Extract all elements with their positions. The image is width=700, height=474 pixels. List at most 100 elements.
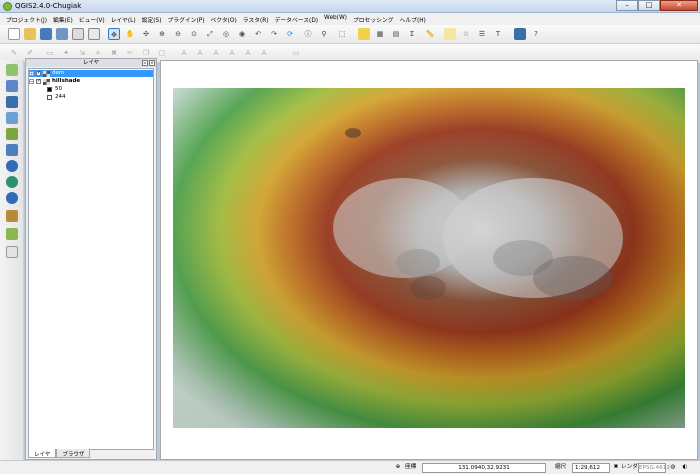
zoom-layer-icon[interactable]: ◉ [236, 28, 248, 40]
new-shapefile-icon[interactable] [6, 228, 18, 240]
zoom-full-icon[interactable]: ⤢ [204, 28, 216, 40]
zoom-next-icon[interactable]: ↷ [268, 28, 280, 40]
maximize-button[interactable]: □ [638, 0, 660, 11]
add-vector-layer-icon[interactable] [6, 64, 18, 76]
show-hide-labels-icon[interactable]: A [210, 47, 222, 59]
messages-icon[interactable]: ◐ [680, 463, 690, 473]
pan-icon[interactable]: ✥ [108, 28, 120, 40]
layer-item-dem[interactable]: + ✓ dem [29, 70, 153, 77]
save-project-icon[interactable] [40, 28, 52, 40]
menu-edit[interactable]: 編集(E) [50, 13, 76, 25]
coordinate-field[interactable]: 131.0940,32.9231 [422, 463, 546, 473]
tab-layers[interactable]: レイヤ [28, 449, 57, 458]
scale-label: 縮尺 [555, 464, 567, 470]
select-features-icon[interactable]: ⬚ [336, 28, 348, 40]
paste-features-icon[interactable]: ▢ [156, 47, 168, 59]
statistics-icon[interactable]: Σ [406, 28, 418, 40]
coordinate-toggle-icon[interactable]: ⊕ [393, 463, 403, 473]
map-canvas[interactable] [160, 60, 698, 460]
rotate-label-icon[interactable]: A [242, 47, 254, 59]
add-spatialite-layer-icon[interactable] [6, 112, 18, 124]
float-panel-icon[interactable]: ▫ [142, 60, 148, 66]
zoom-in-icon[interactable]: ⊕ [156, 28, 168, 40]
new-project-icon[interactable] [8, 28, 20, 40]
deselect-icon[interactable] [358, 28, 370, 40]
show-bookmarks-icon[interactable]: ☰ [476, 28, 488, 40]
identify-icon[interactable]: ⓘ [302, 28, 314, 40]
open-attribute-table-icon[interactable]: ▦ [374, 28, 386, 40]
pan-to-selection-icon[interactable]: ✣ [140, 28, 152, 40]
menu-help[interactable]: ヘルプ(H) [397, 13, 429, 25]
save-as-icon[interactable] [56, 28, 68, 40]
scale-select[interactable]: 1:29,612 [572, 463, 610, 473]
close-panel-icon[interactable]: × [149, 60, 155, 66]
composer-manager-icon[interactable] [88, 28, 100, 40]
hand-pan-icon[interactable]: ✋ [124, 28, 136, 40]
map-tips-icon[interactable] [444, 28, 456, 40]
zoom-out-icon[interactable]: ⊖ [172, 28, 184, 40]
open-project-icon[interactable] [24, 28, 36, 40]
print-composer-icon[interactable] [72, 28, 84, 40]
menu-vector[interactable]: ベクタ(O) [207, 13, 239, 25]
render-checkbox[interactable]: ✖ [612, 463, 620, 473]
statusbar: ⊕ 座標 131.0940,32.9231 縮尺 1:29,612 ✖ レンダ … [0, 460, 700, 474]
refresh-icon[interactable]: ⟳ [284, 28, 296, 40]
label-tool-icon[interactable]: A [178, 47, 190, 59]
add-postgis-layer-icon[interactable] [6, 96, 18, 108]
menu-processing[interactable]: プロセッシング [350, 13, 397, 25]
layer-visibility-checkbox[interactable]: ✓ [36, 79, 41, 84]
dem-hillshade-map[interactable] [173, 88, 685, 428]
georeferencer-icon[interactable]: ▭ [290, 47, 302, 59]
query-icon[interactable]: ⚲ [318, 28, 330, 40]
add-mssql-layer-icon[interactable] [6, 128, 18, 140]
minimize-button[interactable]: – [616, 0, 638, 11]
manage-layers-toolbar [0, 60, 24, 460]
move-label-icon[interactable]: A [226, 47, 238, 59]
add-wms-layer-icon[interactable] [6, 160, 18, 172]
close-button[interactable]: ✕ [660, 0, 698, 11]
add-delimited-text-icon[interactable] [6, 210, 18, 222]
menu-plugins[interactable]: プラグイン(P) [164, 13, 207, 25]
expand-icon[interactable]: + [29, 71, 34, 76]
layer-item-hillshade[interactable]: − ✓ hillshade [29, 78, 80, 85]
layer-visibility-checkbox[interactable]: ✓ [36, 71, 41, 76]
field-calculator-icon[interactable]: ▤ [390, 28, 402, 40]
crs-globe-icon[interactable]: ◍ [668, 463, 678, 473]
add-oracle-layer-icon[interactable] [6, 144, 18, 156]
add-wcs-layer-icon[interactable] [6, 176, 18, 188]
menu-project[interactable]: プロジェクト(J) [3, 13, 50, 25]
legend-item: 244 [47, 94, 66, 101]
bookmark-icon[interactable]: ☆ [460, 28, 472, 40]
panel-tabs: レイヤ ブラウザ [28, 449, 91, 458]
zoom-last-icon[interactable]: ↶ [252, 28, 264, 40]
menu-settings[interactable]: 設定(S) [139, 13, 165, 25]
render-label: レンダ [621, 464, 638, 470]
layers-panel: レイヤ ▫ × + ✓ dem − ✓ hillshade 50 244 レイヤ… [25, 58, 157, 460]
add-raster-layer-icon[interactable] [6, 80, 18, 92]
zoom-selection-icon[interactable]: ◎ [220, 28, 232, 40]
python-console-icon[interactable] [514, 28, 526, 40]
menu-view[interactable]: ビュー(V) [76, 13, 108, 25]
measure-icon[interactable]: 📏 [424, 28, 436, 40]
zoom-native-icon[interactable]: ⊙ [188, 28, 200, 40]
menu-web[interactable]: Web(W) [321, 13, 350, 25]
layer-tree[interactable]: + ✓ dem − ✓ hillshade 50 244 [28, 68, 154, 450]
remove-layer-icon[interactable] [6, 246, 18, 258]
help-icon[interactable]: ? [530, 28, 542, 40]
change-label-icon[interactable]: A [258, 47, 270, 59]
raster-layer-icon [43, 70, 50, 77]
menu-database[interactable]: データベース(D) [272, 13, 321, 25]
pin-labels-icon[interactable]: A [194, 47, 206, 59]
window-controls: – □ ✕ [616, 0, 698, 11]
collapse-icon[interactable]: − [29, 79, 34, 84]
menu-layer[interactable]: レイヤ(L) [108, 13, 139, 25]
tab-browser[interactable]: ブラウザ [56, 449, 91, 458]
layers-panel-header: レイヤ ▫ × [26, 59, 156, 67]
text-annotation-icon[interactable]: T [492, 28, 504, 40]
layers-panel-title: レイヤ [82, 60, 100, 66]
add-wfs-layer-icon[interactable] [6, 192, 18, 204]
menu-raster[interactable]: ラスタ(R) [240, 13, 272, 25]
crs-button[interactable]: EPSG:4612 [638, 463, 670, 473]
legend-swatch [47, 95, 52, 100]
toggle-editing-icon[interactable]: ✎ [8, 47, 20, 59]
